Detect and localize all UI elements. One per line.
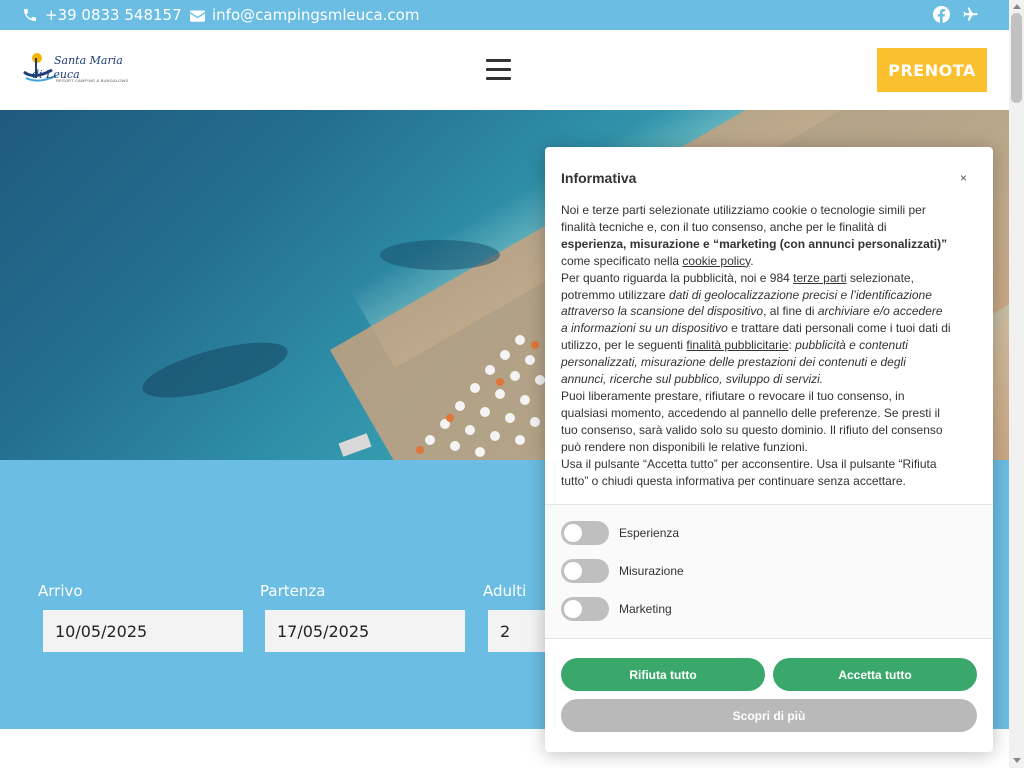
top-contact-bar: +39 0833 548157 info@campingsmleuca.com — [0, 0, 1009, 30]
plane-icon[interactable] — [961, 6, 980, 23]
misurazione-toggle[interactable] — [561, 559, 609, 583]
scrollbar-thumb[interactable] — [1011, 13, 1022, 103]
toggle-row-misurazione: Misurazione — [561, 559, 684, 583]
beach-umbrellas — [338, 335, 545, 457]
cookie-consent-dialog: Informativa × Noi e terze parti selezion… — [545, 147, 993, 752]
scroll-up-arrow-icon[interactable] — [1013, 4, 1021, 9]
site-header: Santa Maria di Leuca RESORT CAMPING & BU… — [0, 30, 1009, 110]
adults-label: Adulti — [483, 582, 527, 600]
hamburger-menu-icon[interactable] — [486, 59, 512, 81]
departure-label: Partenza — [260, 582, 326, 600]
cookie-policy-link[interactable]: cookie policy — [682, 254, 750, 268]
arrival-label: Arrivo — [38, 582, 83, 600]
reject-all-button[interactable]: Rifiuta tutto — [561, 658, 765, 691]
esperienza-label: Esperienza — [619, 526, 680, 540]
cookie-paragraph-1: Noi e terze parti selezionate utilizziam… — [561, 203, 948, 268]
cookie-notice-text: Noi e terze parti selezionate utilizziam… — [561, 202, 951, 489]
departure-date-input[interactable]: 17/05/2025 — [265, 610, 465, 652]
cookie-paragraph-3: Puoi liberamente prestare, rifiutare o r… — [561, 388, 943, 454]
phone-link[interactable]: +39 0833 548157 — [22, 6, 182, 24]
third-parties-link[interactable]: terze parti — [793, 271, 846, 285]
toggle-row-marketing: Marketing — [561, 597, 672, 621]
cookie-paragraph-4: Usa il pulsante “Accetta tutto” per acco… — [561, 456, 937, 488]
arrival-date-input[interactable]: 10/05/2025 — [43, 610, 243, 652]
facebook-icon[interactable] — [933, 6, 950, 23]
email-link[interactable]: info@campingsmleuca.com — [190, 6, 419, 24]
scroll-down-arrow-icon[interactable] — [1013, 758, 1021, 763]
accept-all-button[interactable]: Accetta tutto — [773, 658, 977, 691]
email-address: info@campingsmleuca.com — [212, 6, 420, 24]
cookie-dialog-title: Informativa — [561, 170, 637, 186]
logo-tagline: RESORT CAMPING & BUNGALOWS — [56, 78, 129, 83]
site-logo[interactable]: Santa Maria di Leuca RESORT CAMPING & BU… — [22, 48, 128, 94]
close-icon[interactable]: × — [960, 171, 967, 185]
page-scrollbar[interactable] — [1009, 0, 1024, 768]
marketing-label: Marketing — [619, 602, 672, 616]
phone-icon — [22, 7, 38, 23]
esperienza-toggle[interactable] — [561, 521, 609, 545]
cookie-paragraph-2: Per quanto riguarda la pubblicità, noi e… — [561, 270, 951, 387]
learn-more-button[interactable]: Scopri di più — [561, 699, 977, 732]
toggle-row-esperienza: Esperienza — [561, 521, 679, 545]
misurazione-label: Misurazione — [619, 564, 684, 578]
envelope-icon — [190, 9, 205, 22]
marketing-toggle[interactable] — [561, 597, 609, 621]
advertising-purposes-link[interactable]: finalità pubblicitarie — [686, 338, 788, 352]
logo-text-line1: Santa Maria — [54, 54, 123, 67]
consent-preferences: Esperienza Misurazione Marketing — [545, 504, 993, 639]
book-now-button[interactable]: PRENOTA — [877, 48, 987, 92]
phone-number: +39 0833 548157 — [45, 6, 182, 24]
